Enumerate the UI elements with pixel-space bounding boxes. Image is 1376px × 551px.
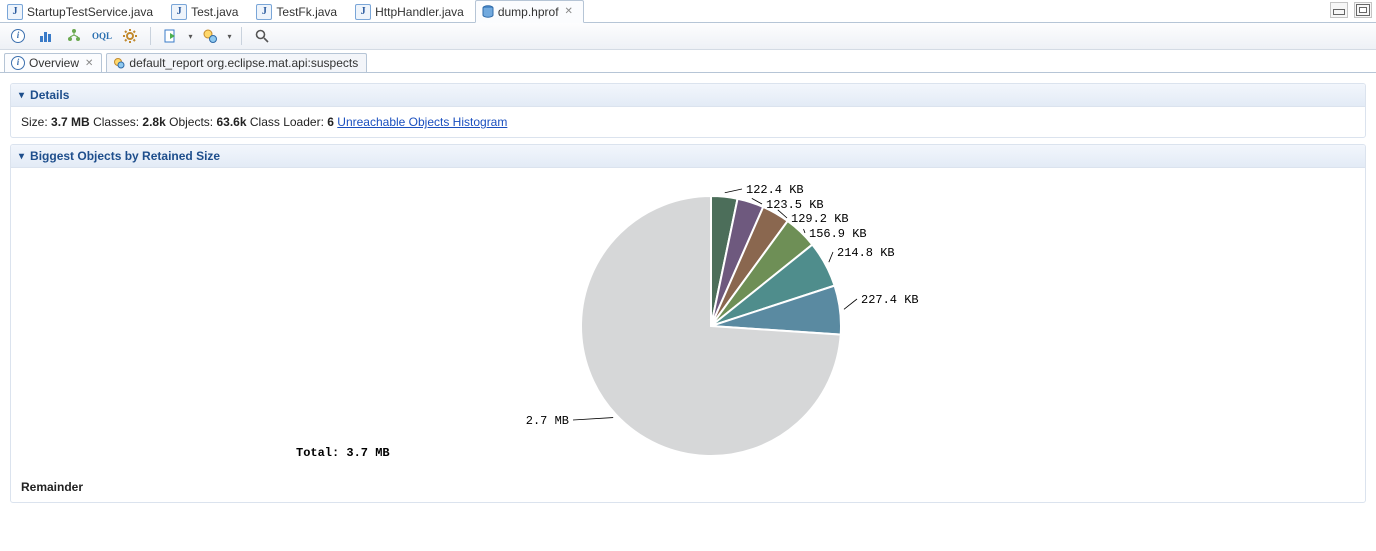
view-tab-label: Overview (29, 56, 79, 70)
classes-label: Classes: (93, 115, 139, 129)
pie-chart-svg: 122.4 KB123.5 KB129.2 KB156.9 KB 214.8 KB… (21, 176, 1351, 466)
java-file-icon: J (355, 4, 371, 20)
close-icon[interactable]: ✕ (565, 6, 573, 17)
objects-label: Objects: (169, 115, 213, 129)
dropdown-arrow-icon[interactable]: ▾ (226, 25, 233, 47)
objects-value: 63.6k (216, 115, 246, 129)
editor-tab-label: HttpHandler.java (375, 5, 464, 19)
editor-tab-label: TestFk.java (276, 5, 337, 19)
dropdown-arrow-icon[interactable]: ▾ (187, 25, 194, 47)
editor-tab-label: StartupTestService.java (27, 5, 153, 19)
editor-tabs-bar: J StartupTestService.java J Test.java J … (0, 0, 1376, 23)
classloader-label: Class Loader: (250, 115, 324, 129)
query-browser-button[interactable] (198, 24, 222, 48)
classes-value: 2.8k (142, 115, 165, 129)
twisty-icon: ▾ (19, 151, 24, 162)
view-tab-suspects-report[interactable]: default_report org.eclipse.mat.api:suspe… (106, 53, 367, 72)
view-tab-label: default_report org.eclipse.mat.api:suspe… (129, 56, 358, 70)
view-window-controls (1330, 2, 1372, 18)
java-file-icon: J (171, 4, 187, 20)
pie-slice-label: 156.9 KB (809, 227, 867, 241)
mat-toolbar: i OQL ▾ ▾ (0, 23, 1376, 50)
editor-tab-httphandler[interactable]: J HttpHandler.java (348, 0, 475, 22)
info-icon: i (11, 29, 25, 43)
info-icon: i (11, 56, 25, 70)
view-tab-overview[interactable]: i Overview ✕ (4, 53, 102, 72)
size-value: 3.7 MB (51, 115, 90, 129)
view-tabs-bar: i Overview ✕ default_report org.eclipse.… (0, 50, 1376, 73)
overview-button[interactable]: i (6, 24, 30, 48)
overview-page: ▾ Details Size: 3.7 MB Classes: 2.8k Obj… (0, 73, 1376, 523)
dominator-tree-icon (66, 28, 82, 44)
oql-icon: OQL (92, 31, 112, 41)
section-title: Details (30, 88, 69, 102)
remainder-label: Remainder (21, 480, 1355, 494)
details-section: ▾ Details Size: 3.7 MB Classes: 2.8k Obj… (10, 83, 1366, 138)
pie-slice-label: 129.2 KB (791, 212, 849, 226)
toolbar-separator (150, 27, 151, 45)
editor-tab-label: Test.java (191, 5, 238, 19)
editor-tab-label: dump.hprof (498, 5, 559, 19)
editor-tab-test[interactable]: J Test.java (164, 0, 249, 22)
run-report-icon (163, 28, 179, 44)
pie-slice-label: 214.8 KB (837, 246, 895, 260)
details-section-header[interactable]: ▾ Details (11, 84, 1365, 107)
find-button[interactable] (250, 24, 274, 48)
size-label: Size: (21, 115, 48, 129)
minimize-view-button[interactable] (1330, 2, 1348, 18)
pie-slice-label: 227.4 KB (861, 293, 919, 307)
run-report-button[interactable] (159, 24, 183, 48)
report-icon (113, 57, 125, 69)
section-title: Biggest Objects by Retained Size (30, 149, 220, 163)
classloader-value: 6 (327, 115, 334, 129)
unreachable-histogram-link[interactable]: Unreachable Objects Histogram (337, 115, 507, 129)
maximize-view-button[interactable] (1354, 2, 1372, 18)
pie-slice-label: 2.7 MB (526, 414, 569, 428)
histogram-button[interactable] (34, 24, 58, 48)
query-tools-icon (202, 28, 218, 44)
details-body: Size: 3.7 MB Classes: 2.8k Objects: 63.6… (11, 107, 1365, 137)
editor-tab-testfk[interactable]: J TestFk.java (249, 0, 348, 22)
editor-tab-startup[interactable]: J StartupTestService.java (0, 0, 164, 22)
editor-tab-dump-hprof[interactable]: dump.hprof ✕ (475, 0, 584, 23)
retained-size-chart: 122.4 KB123.5 KB129.2 KB156.9 KB 214.8 KB… (21, 176, 1355, 476)
search-icon (254, 28, 270, 44)
close-icon[interactable]: ✕ (85, 58, 93, 69)
chart-total-label: Total: 3.7 MB (296, 446, 390, 460)
biggest-objects-section-header[interactable]: ▾ Biggest Objects by Retained Size (11, 145, 1365, 168)
twisty-icon: ▾ (19, 90, 24, 101)
dominator-tree-button[interactable] (62, 24, 86, 48)
java-file-icon: J (256, 4, 272, 20)
thread-overview-button[interactable] (118, 24, 142, 48)
pie-slice-label: 123.5 KB (766, 198, 824, 212)
oql-button[interactable]: OQL (90, 24, 114, 48)
histogram-icon (38, 28, 54, 44)
biggest-objects-section: ▾ Biggest Objects by Retained Size 122.4… (10, 144, 1366, 503)
java-file-icon: J (7, 4, 23, 20)
biggest-objects-body: 122.4 KB123.5 KB129.2 KB156.9 KB 214.8 KB… (11, 168, 1365, 502)
pie-slice-label: 122.4 KB (746, 183, 804, 197)
toolbar-separator (241, 27, 242, 45)
gear-icon (122, 28, 138, 44)
heap-dump-icon (482, 5, 494, 19)
